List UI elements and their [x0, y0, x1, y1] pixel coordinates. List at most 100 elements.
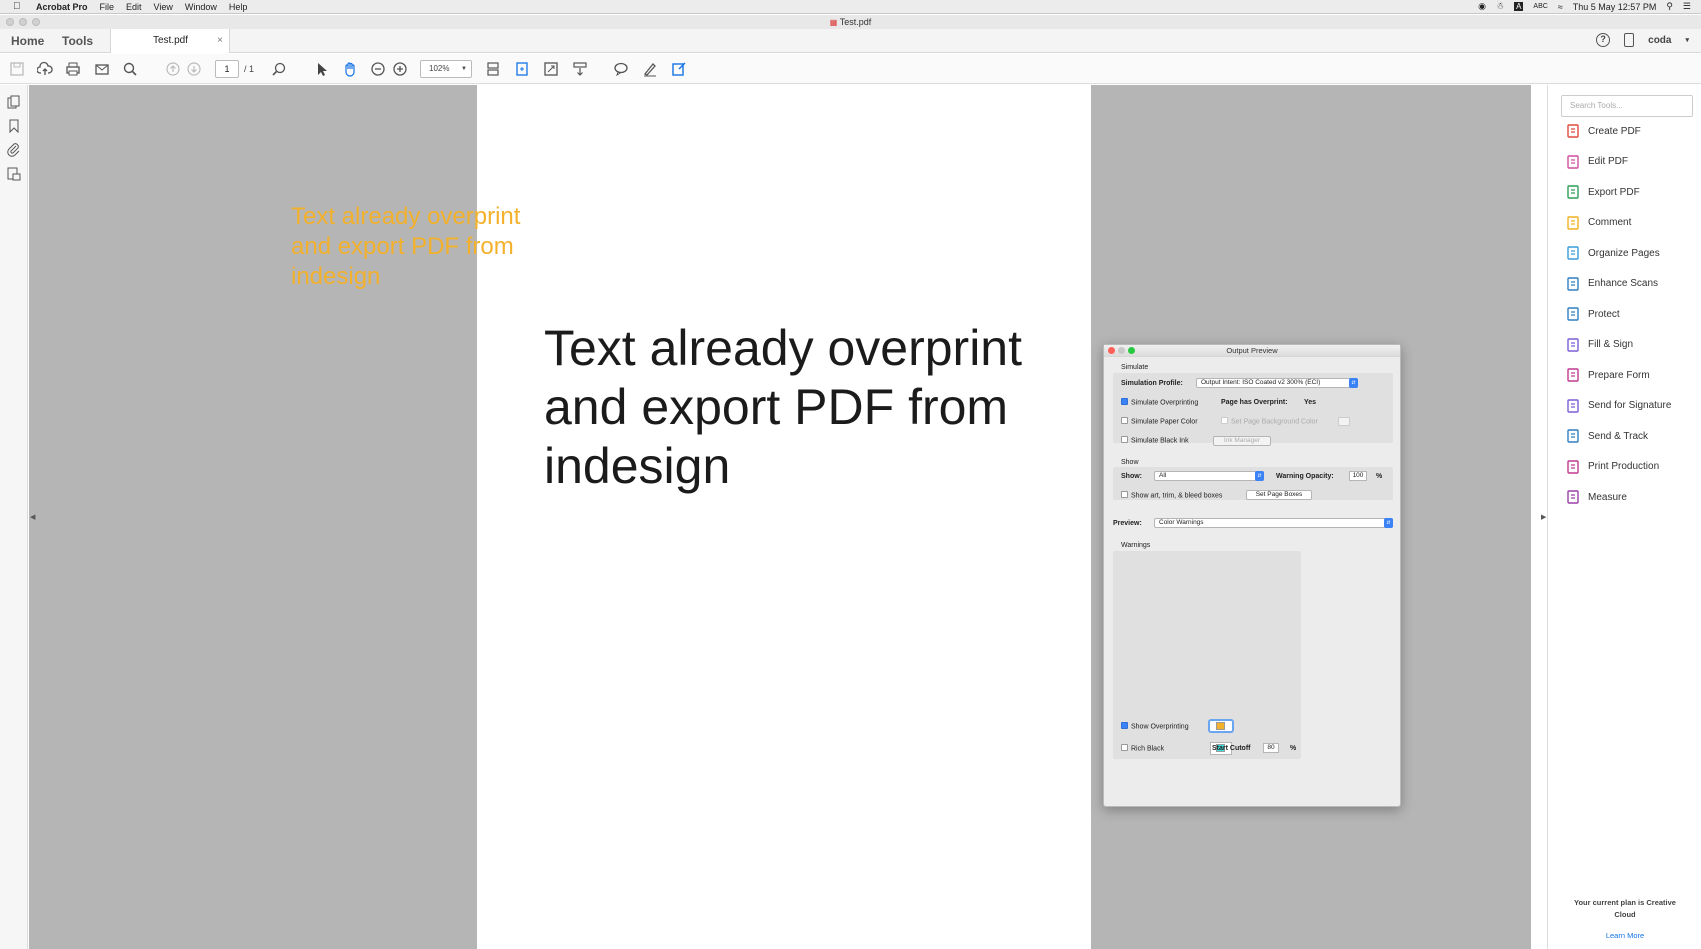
collapse-left-panel-icon[interactable]: ◀ [30, 513, 35, 521]
search-tools-input[interactable]: Search Tools... [1561, 95, 1693, 117]
minimize-window-button[interactable] [19, 18, 27, 26]
menu-window[interactable]: Window [185, 2, 217, 12]
show-heading: Show [1121, 459, 1139, 466]
rich-black-checkbox[interactable]: Rich Black [1121, 744, 1164, 752]
print-icon[interactable] [65, 61, 81, 77]
clock[interactable]: Thu 5 May 12:57 PM [1573, 2, 1657, 12]
help-icon[interactable]: ? [1596, 33, 1611, 47]
zoom-window-button[interactable] [32, 18, 40, 26]
tool-item-export-pdf[interactable]: Export PDF [1566, 184, 1640, 200]
tool-label: Enhance Scans [1588, 278, 1659, 289]
tool-item-create-pdf[interactable]: Create PDF [1566, 123, 1641, 139]
hand-tool-icon[interactable] [342, 61, 358, 77]
find-text-icon[interactable] [271, 61, 287, 77]
warning-opacity-percent: % [1376, 473, 1383, 480]
creative-cloud-icon[interactable]: ◉ [1478, 1, 1486, 12]
spotlight-icon[interactable]: ⚲ [1666, 1, 1673, 12]
set-page-background-checkbox[interactable]: Set Page Background Color [1221, 417, 1318, 425]
chevron-down-icon[interactable]: ▾ [1685, 36, 1689, 44]
overprint-swatch-frame[interactable] [1208, 719, 1234, 733]
search-icon[interactable] [122, 61, 138, 77]
page-thumbnails-icon[interactable] [7, 95, 21, 109]
user-account-menu[interactable]: coda [1648, 35, 1671, 46]
highlight-pen-icon[interactable] [642, 61, 658, 77]
tool-label: Send & Track [1588, 430, 1649, 442]
set-page-boxes-button[interactable]: Set Page Boxes [1246, 490, 1312, 500]
comment-icon[interactable] [613, 61, 629, 77]
next-page-icon[interactable] [186, 61, 202, 77]
tool-item-send-for-signature[interactable]: Send for Signature [1566, 398, 1671, 414]
tool-item-send-track[interactable]: Send & Track [1566, 428, 1648, 444]
fill-sign-icon [1566, 337, 1580, 352]
dialog-title: Output Preview [1226, 346, 1278, 355]
show-boxes-checkbox[interactable]: Show art, trim, & bleed boxes [1121, 491, 1222, 499]
tool-item-protect[interactable]: Protect [1566, 306, 1620, 322]
simulate-overprinting-checkbox[interactable]: Simulate Overprinting [1121, 398, 1198, 406]
tool-item-organize-pages[interactable]: Organize Pages [1566, 245, 1660, 261]
simulate-paper-color-checkbox[interactable]: Simulate Paper Color [1121, 417, 1198, 425]
tab-document[interactable]: Test.pdf × [110, 29, 230, 53]
page-has-overprint-value: Yes [1304, 399, 1317, 406]
security-settings-icon[interactable] [7, 167, 21, 181]
simulate-black-ink-label: Simulate Black Ink [1131, 437, 1189, 445]
mobile-link-icon[interactable] [1624, 33, 1635, 47]
tool-item-enhance-scans[interactable]: Enhance Scans [1566, 276, 1658, 292]
tool-item-fill-sign[interactable]: Fill & Sign [1566, 337, 1633, 353]
previous-page-icon[interactable] [165, 61, 181, 77]
gear-menu-icon[interactable]: ☃ [1496, 1, 1504, 12]
learn-more-link[interactable]: Learn More [1566, 931, 1684, 940]
app-menu[interactable]: Acrobat Pro [36, 2, 88, 12]
page-background-swatch[interactable] [1338, 417, 1350, 426]
upload-cloud-icon[interactable] [37, 61, 53, 77]
zoom-level-select[interactable]: 102% ▼ [420, 60, 472, 78]
tool-item-comment[interactable]: Comment [1566, 215, 1631, 231]
page-display-icon[interactable] [485, 61, 501, 77]
full-screen-icon[interactable] [543, 61, 559, 77]
tab-home[interactable]: Home [11, 34, 44, 48]
close-tab-icon[interactable]: × [217, 29, 223, 53]
menu-help[interactable]: Help [229, 2, 248, 12]
preview-select[interactable]: Color Warnings ⇵ [1154, 518, 1393, 528]
wifi-icon[interactable]: ≈ [1558, 2, 1563, 12]
edit-pdf-tool-icon[interactable] [671, 61, 687, 77]
select-arrow-icon: ⇵ [1384, 518, 1393, 528]
menu-edit[interactable]: Edit [126, 2, 142, 12]
input-source-icon[interactable]: A [1514, 2, 1524, 11]
dialog-minimize-button[interactable] [1118, 347, 1125, 354]
start-cutoff-input[interactable]: 80 [1263, 743, 1279, 753]
show-overprinting-checkbox[interactable]: Show Overprinting [1121, 722, 1189, 730]
overprint-color-swatch [1216, 722, 1225, 730]
notification-center-icon[interactable]: ☰ [1683, 1, 1691, 12]
scroll-mode-icon[interactable] [572, 61, 588, 77]
ink-manager-button[interactable]: Ink Manager [1213, 436, 1271, 446]
checkbox-checked-icon [1121, 722, 1128, 729]
tool-item-prepare-form[interactable]: Prepare Form [1566, 367, 1650, 383]
tab-tools[interactable]: Tools [62, 34, 93, 48]
apple-menu-icon[interactable]:  [13, 1, 27, 12]
save-icon[interactable] [9, 61, 25, 77]
simulate-black-ink-checkbox[interactable]: Simulate Black Ink [1121, 436, 1189, 445]
zoom-out-icon[interactable] [370, 61, 386, 77]
tool-item-print-production[interactable]: Print Production [1566, 459, 1659, 475]
dialog-zoom-button[interactable] [1128, 347, 1135, 354]
tool-item-edit-pdf[interactable]: Edit PDF [1566, 154, 1628, 170]
collapse-right-panel-icon[interactable]: ▶ [1541, 513, 1546, 521]
page-number-input[interactable]: 1 [215, 60, 239, 78]
attachments-icon[interactable] [7, 143, 21, 157]
enhance-scans-icon [1566, 276, 1580, 291]
zoom-in-icon[interactable] [392, 61, 408, 77]
menu-view[interactable]: View [154, 2, 173, 12]
dialog-close-button[interactable] [1108, 347, 1115, 354]
fit-page-icon[interactable] [514, 61, 530, 77]
warning-opacity-input[interactable]: 100 [1349, 471, 1367, 481]
simulation-profile-select[interactable]: Output Intent: ISO Coated v2 300% (ECI) ⇵ [1196, 378, 1358, 388]
close-window-button[interactable] [6, 18, 14, 26]
show-select[interactable]: All ⇵ [1154, 471, 1264, 481]
select-cursor-icon[interactable] [314, 61, 330, 77]
tool-label: Create PDF [1588, 125, 1641, 137]
menu-file[interactable]: File [100, 2, 115, 12]
show-value: All [1159, 472, 1167, 479]
email-icon[interactable] [94, 61, 110, 77]
tool-item-measure[interactable]: Measure [1566, 489, 1627, 505]
bookmarks-icon[interactable] [7, 119, 21, 134]
